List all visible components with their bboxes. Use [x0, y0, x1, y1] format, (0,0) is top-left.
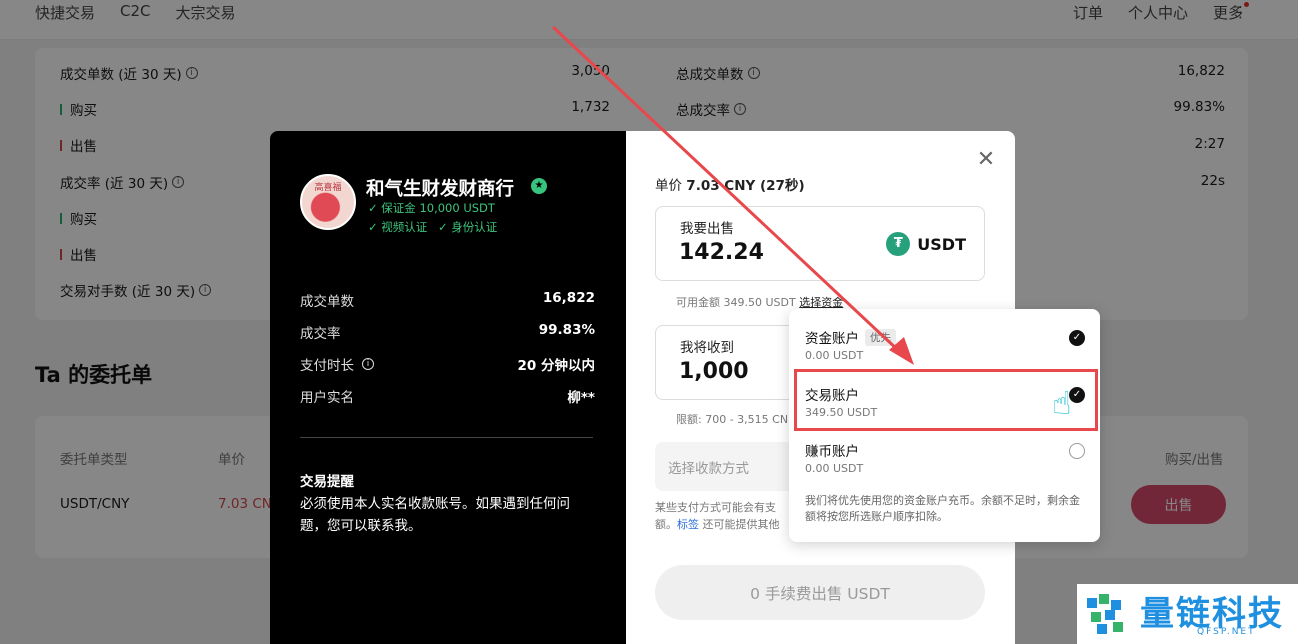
account-note: 我们将优先使用您的资金账户充币。余额不足时，剩余金额将按您所选账户顺序扣除。: [805, 494, 1080, 523]
watermark-logo-icon: [1087, 594, 1123, 634]
merchant-stat-row: 用户实名 柳**: [300, 390, 595, 406]
verified-badge-icon: ★: [531, 178, 547, 194]
close-icon[interactable]: ✕: [976, 149, 996, 171]
merchant-name: 和气生财发财商行: [366, 179, 515, 200]
receive-amount[interactable]: 1,000: [679, 359, 749, 384]
id-verified-badge: ✓ 身份认证: [438, 220, 498, 234]
priority-tag: 优先: [865, 328, 896, 346]
avatar: 高喜福: [300, 174, 356, 230]
info-icon[interactable]: i: [362, 358, 374, 370]
video-verified-badge: ✓ 视频认证: [368, 220, 428, 234]
choose-account-link[interactable]: 选择资金: [799, 296, 843, 309]
deposit-badge: ✓ 保证金 10,000 USDT: [368, 201, 495, 215]
tip-text: 必须使用本人实名收款账号。如果遇到任何问题，您可以联系我。: [300, 496, 570, 534]
account-option-earn[interactable]: 赚币账户 0.00 USDT: [805, 440, 1085, 488]
hand-pointer-icon: ☝: [1052, 384, 1072, 422]
sell-amount-input[interactable]: 我要出售 142.24 ₮ USDT: [655, 206, 985, 281]
available-balance: 可用金额 349.50 USDT 选择资金: [676, 296, 844, 309]
receive-label: 我将收到: [680, 340, 734, 356]
currency-selector: ₮ USDT: [886, 232, 966, 256]
unit-price: 单价 7.03 CNY (27秒): [655, 178, 805, 194]
limit-text: 限额: 700 - 3,515 CN: [676, 413, 789, 426]
check-icon: ✓: [1069, 330, 1085, 346]
account-option-funding[interactable]: 资金账户 优先 0.00 USDT ✓: [805, 327, 1085, 375]
merchant-stat-row: 成交单数 16,822: [300, 290, 595, 310]
merchant-stat-row: 支付时长 i 20 分钟以内: [300, 358, 595, 374]
submit-sell-button[interactable]: 0 手续费出售 USDT: [655, 565, 985, 620]
merchant-panel: 高喜福 和气生财发财商行 ★ ✓ 保证金 10,000 USDT ✓ 视频认证 …: [270, 131, 626, 644]
sell-label: 我要出售: [680, 221, 734, 237]
tip-title: 交易提醒: [300, 474, 354, 490]
payment-warning: 某些支付方式可能会有支 额。标签 还可能提供其他: [655, 501, 780, 531]
watermark: 量链科技 QFSP.NET: [1077, 584, 1298, 644]
sell-amount[interactable]: 142.24: [679, 240, 764, 265]
divider: [300, 437, 593, 438]
tag-link[interactable]: 标签: [677, 518, 699, 531]
watermark-url: QFSP.NET: [1197, 627, 1256, 637]
tether-icon: ₮: [886, 232, 911, 256]
radio-icon: [1069, 443, 1085, 459]
merchant-stat-row: 成交率 99.83%: [300, 322, 595, 342]
